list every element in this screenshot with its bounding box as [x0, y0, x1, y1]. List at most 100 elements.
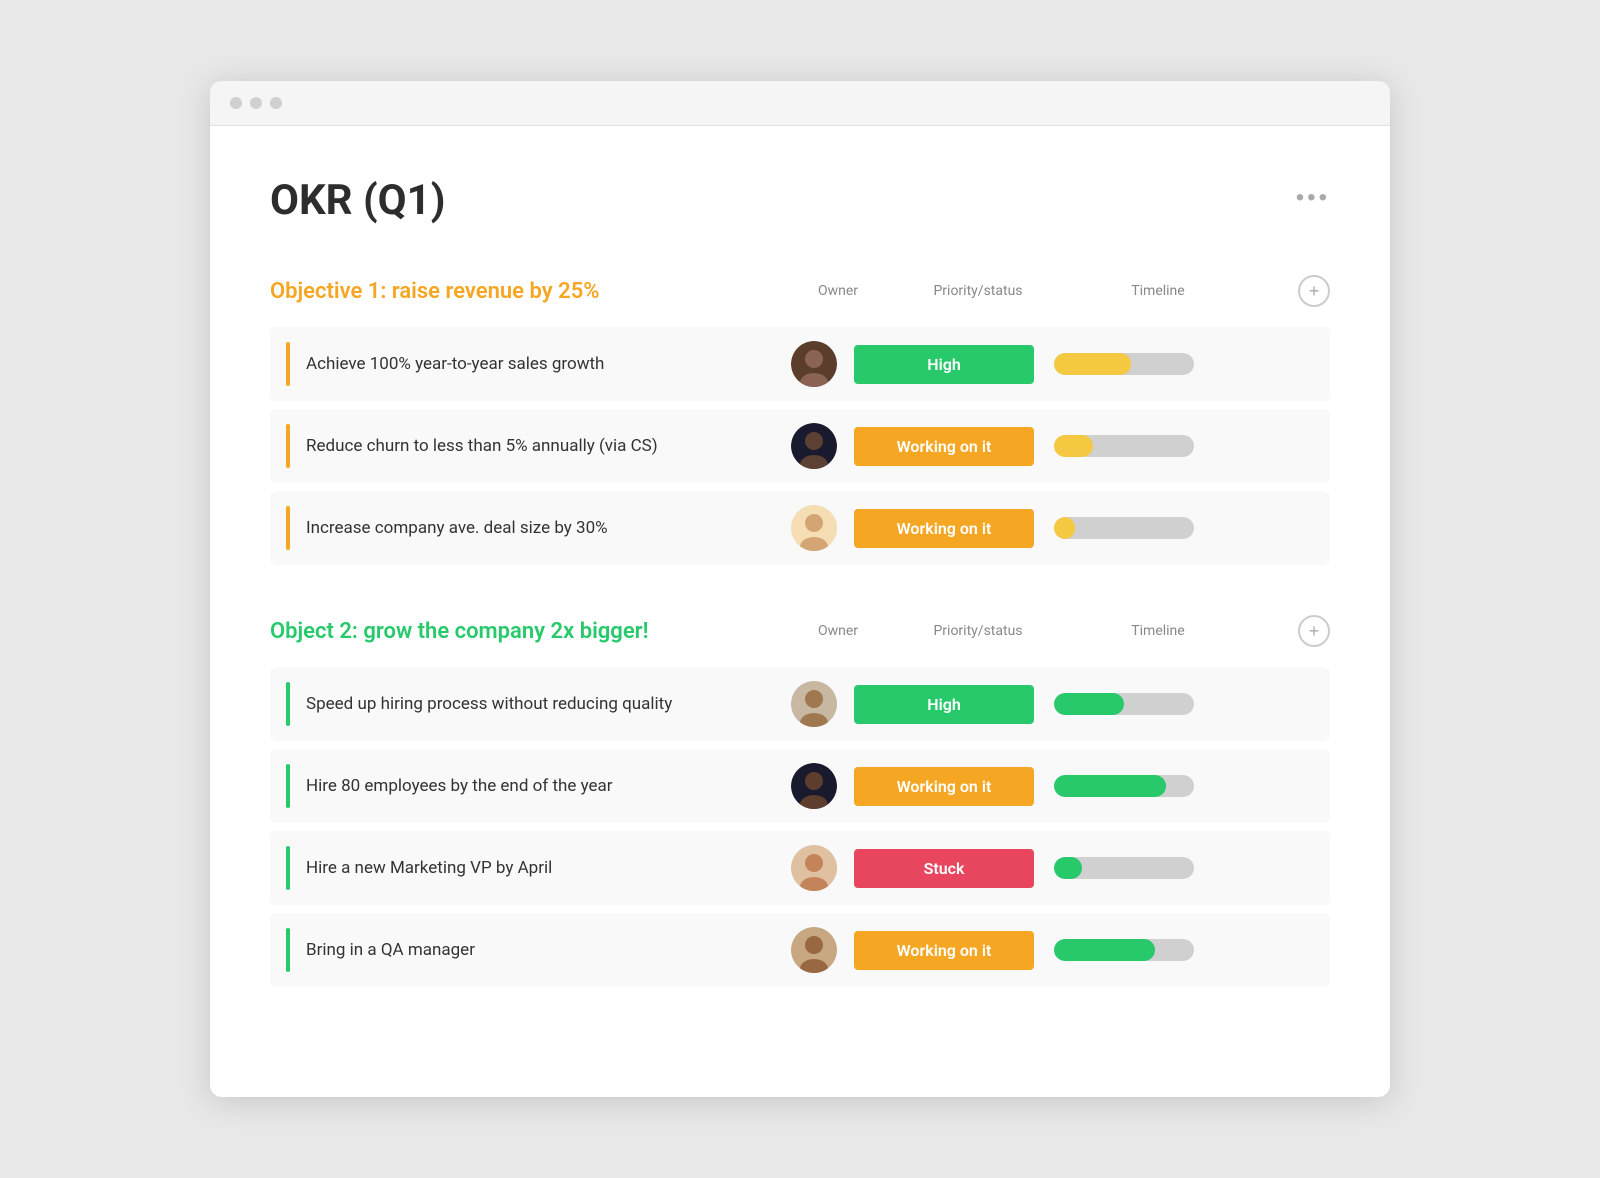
row-columns: Working on it	[774, 423, 1264, 469]
timeline-fill	[1054, 517, 1075, 539]
col-priority-label: Priority/status	[878, 623, 1078, 639]
row-columns: Working on it	[774, 763, 1264, 809]
avatar-container	[774, 341, 854, 387]
row-border	[286, 424, 290, 468]
status-badge[interactable]: Stuck	[854, 849, 1034, 888]
avatar-container	[774, 845, 854, 891]
status-cell: Working on it	[854, 427, 1054, 466]
avatar-container	[774, 505, 854, 551]
timeline-cell	[1054, 435, 1214, 457]
avatar-container	[774, 763, 854, 809]
table-row: Hire a new Marketing VP by April Stuck	[270, 831, 1330, 905]
sections-container: Objective 1: raise revenue by 25% Owner …	[270, 275, 1330, 987]
row-border	[286, 928, 290, 972]
title-bar	[210, 81, 1390, 126]
row-border	[286, 764, 290, 808]
status-badge[interactable]: High	[854, 685, 1034, 724]
dot-red	[230, 97, 242, 109]
timeline-fill	[1054, 857, 1082, 879]
row-columns: High	[774, 681, 1264, 727]
status-cell: Working on it	[854, 509, 1054, 548]
row-border	[286, 342, 290, 386]
table-row: Speed up hiring process without reducing…	[270, 667, 1330, 741]
row-text: Hire 80 employees by the end of the year	[306, 776, 774, 796]
row-text: Hire a new Marketing VP by April	[306, 858, 774, 878]
col-timeline-label: Timeline	[1078, 283, 1238, 299]
status-badge[interactable]: Working on it	[854, 931, 1034, 970]
avatar	[791, 681, 837, 727]
timeline-fill	[1054, 353, 1131, 375]
avatar	[791, 927, 837, 973]
row-border	[286, 846, 290, 890]
add-row-button-obj1[interactable]: +	[1298, 275, 1330, 307]
timeline-bar	[1054, 353, 1194, 375]
timeline-fill	[1054, 939, 1155, 961]
row-border	[286, 506, 290, 550]
timeline-bar	[1054, 857, 1194, 879]
col-owner-label: Owner	[798, 623, 878, 639]
timeline-cell	[1054, 517, 1214, 539]
status-cell: Working on it	[854, 931, 1054, 970]
page-header: OKR (Q1) •••	[270, 176, 1330, 225]
section-title-obj1: Objective 1: raise revenue by 25%	[270, 279, 798, 304]
status-cell: Stuck	[854, 849, 1054, 888]
timeline-bar	[1054, 939, 1194, 961]
col-owner-label: Owner	[798, 283, 878, 299]
app-window: OKR (Q1) ••• Objective 1: raise revenue …	[210, 81, 1390, 1097]
status-cell: High	[854, 685, 1054, 724]
timeline-fill	[1054, 435, 1093, 457]
row-text: Increase company ave. deal size by 30%	[306, 518, 774, 538]
timeline-fill	[1054, 693, 1124, 715]
table-row: Increase company ave. deal size by 30% W…	[270, 491, 1330, 565]
col-headers-obj2: Owner Priority/status Timeline	[798, 623, 1288, 639]
timeline-bar	[1054, 517, 1194, 539]
timeline-cell	[1054, 693, 1214, 715]
section-obj2: Object 2: grow the company 2x bigger! Ow…	[270, 615, 1330, 987]
row-columns: Stuck	[774, 845, 1264, 891]
table-row: Achieve 100% year-to-year sales growth H…	[270, 327, 1330, 401]
timeline-cell	[1054, 353, 1214, 375]
avatar	[791, 341, 837, 387]
status-badge[interactable]: Working on it	[854, 427, 1034, 466]
status-badge[interactable]: Working on it	[854, 509, 1034, 548]
avatar	[791, 845, 837, 891]
more-button[interactable]: •••	[1296, 184, 1330, 212]
avatar	[791, 763, 837, 809]
row-text: Speed up hiring process without reducing…	[306, 694, 774, 714]
section-title-obj2: Object 2: grow the company 2x bigger!	[270, 619, 798, 644]
col-timeline-label: Timeline	[1078, 623, 1238, 639]
col-priority-label: Priority/status	[878, 283, 1078, 299]
avatar-container	[774, 423, 854, 469]
table-row: Bring in a QA manager Working on it	[270, 913, 1330, 987]
add-row-button-obj2[interactable]: +	[1298, 615, 1330, 647]
timeline-fill	[1054, 775, 1166, 797]
row-text: Reduce churn to less than 5% annually (v…	[306, 436, 774, 456]
section-header-obj1: Objective 1: raise revenue by 25% Owner …	[270, 275, 1330, 307]
col-headers-obj1: Owner Priority/status Timeline	[798, 283, 1288, 299]
status-cell: Working on it	[854, 767, 1054, 806]
dot-green	[270, 97, 282, 109]
timeline-cell	[1054, 939, 1214, 961]
row-text: Bring in a QA manager	[306, 940, 774, 960]
timeline-cell	[1054, 775, 1214, 797]
row-text: Achieve 100% year-to-year sales growth	[306, 354, 774, 374]
table-row: Reduce churn to less than 5% annually (v…	[270, 409, 1330, 483]
table-row: Hire 80 employees by the end of the year…	[270, 749, 1330, 823]
timeline-cell	[1054, 857, 1214, 879]
section-obj1: Objective 1: raise revenue by 25% Owner …	[270, 275, 1330, 565]
row-border	[286, 682, 290, 726]
page-title: OKR (Q1)	[270, 176, 446, 225]
row-columns: Working on it	[774, 505, 1264, 551]
dot-yellow	[250, 97, 262, 109]
avatar-container	[774, 927, 854, 973]
timeline-bar	[1054, 693, 1194, 715]
timeline-bar	[1054, 435, 1194, 457]
status-badge[interactable]: Working on it	[854, 767, 1034, 806]
avatar	[791, 423, 837, 469]
main-content: OKR (Q1) ••• Objective 1: raise revenue …	[210, 126, 1390, 1097]
timeline-bar	[1054, 775, 1194, 797]
avatar-container	[774, 681, 854, 727]
avatar	[791, 505, 837, 551]
status-cell: High	[854, 345, 1054, 384]
status-badge[interactable]: High	[854, 345, 1034, 384]
